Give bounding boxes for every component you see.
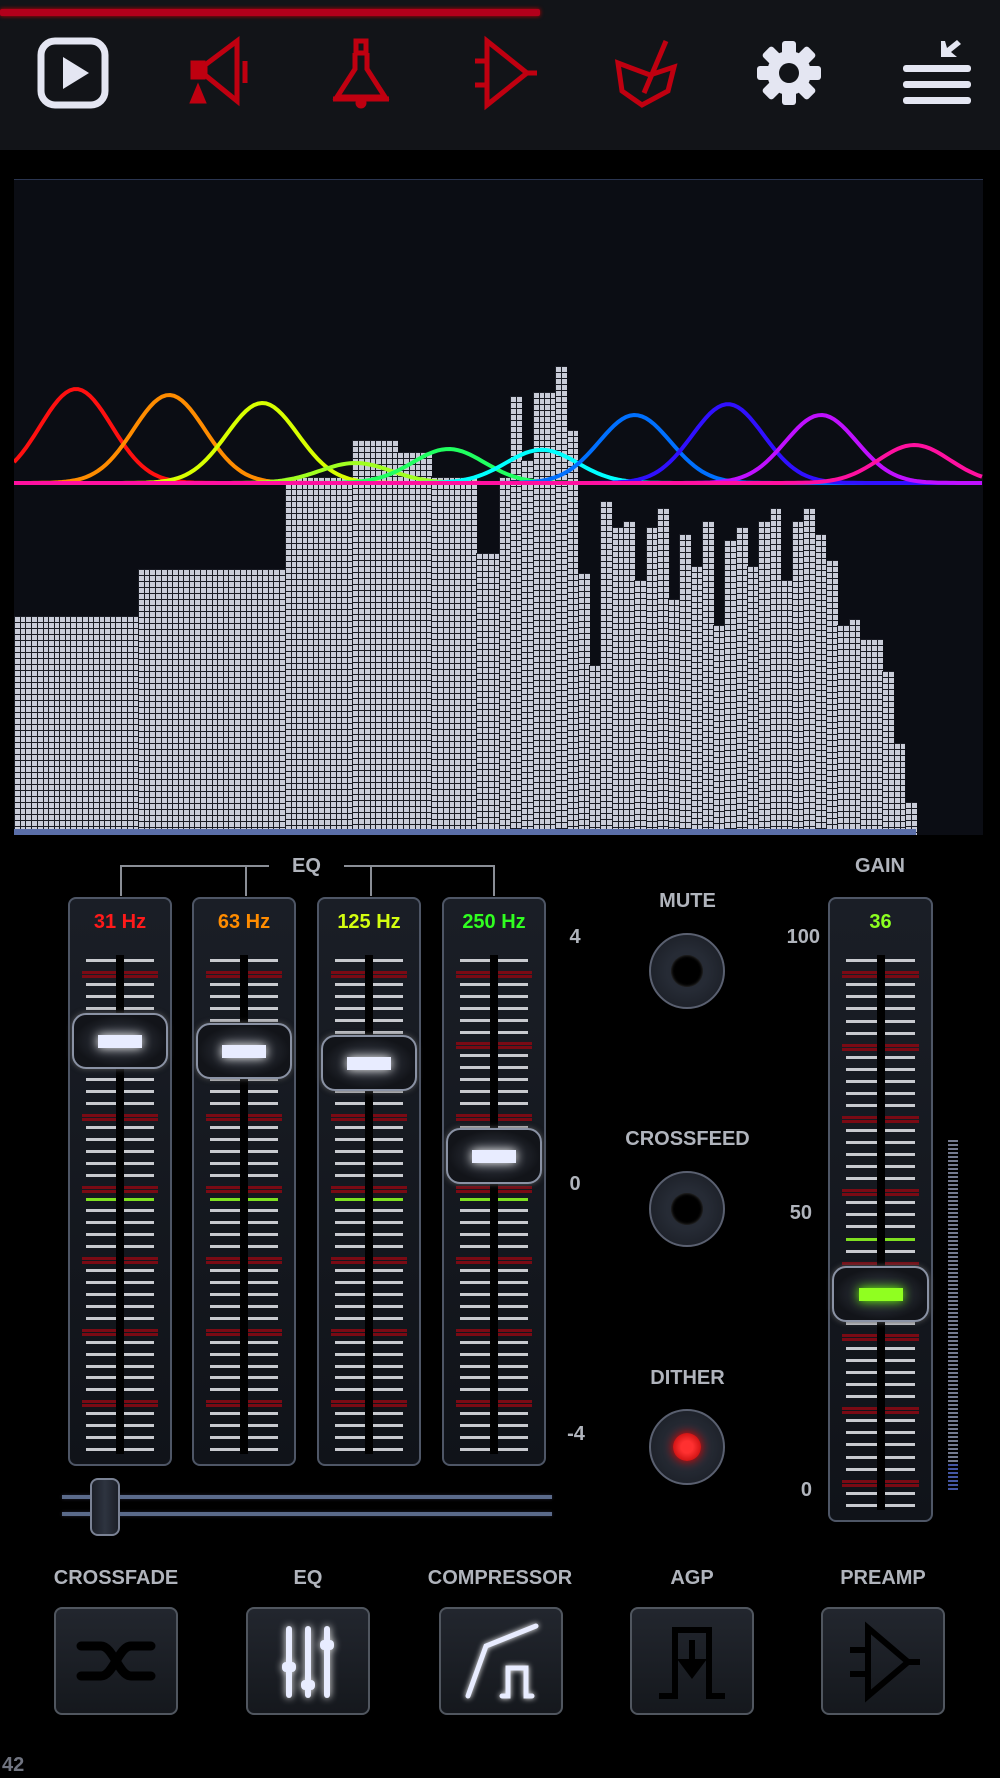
preamp-button[interactable] bbox=[821, 1607, 945, 1715]
crossfade-label: CROSSFADE bbox=[36, 1567, 196, 1590]
eq-bracket-right bbox=[344, 865, 495, 867]
gear-icon[interactable] bbox=[751, 35, 827, 111]
slider-handle[interactable] bbox=[72, 1013, 168, 1069]
output-level-meter bbox=[948, 1140, 958, 1492]
eq-response-curves bbox=[14, 180, 983, 835]
play-icon[interactable] bbox=[35, 35, 111, 111]
eq-scale-min: -4 bbox=[556, 1423, 596, 1446]
eq-bracket-tick bbox=[245, 865, 247, 896]
eq-scale-mid: 0 bbox=[560, 1173, 590, 1196]
eq-title: EQ bbox=[269, 855, 344, 878]
slider-rail bbox=[62, 1495, 552, 1499]
playback-progress-bar bbox=[0, 9, 540, 16]
gain-slider[interactable]: 36 bbox=[828, 897, 933, 1522]
eq-curve-band-8 bbox=[14, 415, 982, 483]
eq-label: EQ bbox=[228, 1567, 388, 1590]
crossfade-button[interactable] bbox=[54, 1607, 178, 1715]
gain-scale-max: 100 bbox=[770, 926, 820, 949]
dither-toggle[interactable] bbox=[649, 1409, 725, 1485]
eq-slider-63hz[interactable]: 63 Hz bbox=[192, 897, 296, 1466]
eq-slider-125hz[interactable]: 125 Hz bbox=[317, 897, 421, 1466]
crossfade-icon bbox=[71, 1616, 161, 1706]
eq-bracket-tick bbox=[370, 865, 372, 896]
crossfeed-label: CROSSFEED bbox=[600, 1128, 775, 1151]
eq-slider-31hz[interactable]: 31 Hz bbox=[68, 897, 172, 1466]
brush-icon[interactable] bbox=[608, 35, 684, 111]
slider-handle[interactable] bbox=[196, 1023, 292, 1079]
eq-slider-250hz[interactable]: 250 Hz bbox=[442, 897, 546, 1466]
meter-peak-fill bbox=[948, 1464, 958, 1492]
slider-rail bbox=[62, 1512, 552, 1516]
preamp-icon bbox=[838, 1616, 928, 1706]
amplifier-icon[interactable] bbox=[467, 35, 543, 111]
preamp-label: PREAMP bbox=[803, 1567, 963, 1590]
slider-track bbox=[877, 955, 885, 1510]
agp-button[interactable] bbox=[630, 1607, 754, 1715]
eq-bracket-tick bbox=[120, 865, 122, 896]
slider-track bbox=[365, 955, 373, 1454]
eq-button[interactable] bbox=[246, 1607, 370, 1715]
band-label: 125 Hz bbox=[319, 911, 419, 934]
bell-icon[interactable] bbox=[323, 35, 399, 111]
top-toolbar bbox=[0, 0, 1000, 150]
band-label: 63 Hz bbox=[194, 911, 294, 934]
band-label: 250 Hz bbox=[444, 911, 544, 934]
slider-track bbox=[490, 955, 498, 1454]
gain-scale-min: 0 bbox=[770, 1479, 812, 1502]
compressor-label: COMPRESSOR bbox=[410, 1567, 590, 1590]
slider-handle[interactable] bbox=[321, 1035, 417, 1091]
gain-scale-mid: 50 bbox=[770, 1202, 812, 1225]
eq-scale-max: 4 bbox=[560, 926, 590, 949]
eq-bracket-tick bbox=[493, 865, 495, 896]
band-label: 31 Hz bbox=[70, 911, 170, 934]
equalizer-icon bbox=[263, 1616, 353, 1706]
mute-toggle[interactable] bbox=[649, 933, 725, 1009]
gain-title: GAIN bbox=[830, 855, 930, 878]
dither-label: DITHER bbox=[600, 1367, 775, 1390]
frame-counter: 42 bbox=[2, 1754, 24, 1777]
mute-label: MUTE bbox=[600, 890, 775, 913]
agp-label: AGP bbox=[612, 1567, 772, 1590]
slider-handle[interactable] bbox=[446, 1128, 542, 1184]
eq-curve-band-6 bbox=[14, 415, 982, 483]
compressor-icon bbox=[456, 1616, 546, 1706]
compressor-button[interactable] bbox=[439, 1607, 563, 1715]
slider-handle[interactable] bbox=[832, 1266, 929, 1322]
agp-icon bbox=[647, 1616, 737, 1706]
gain-value: 36 bbox=[830, 911, 931, 934]
led-on-indicator bbox=[673, 1433, 701, 1461]
speaker-icon[interactable] bbox=[181, 35, 257, 111]
menu-collapse-icon[interactable] bbox=[899, 35, 975, 111]
slider-handle[interactable] bbox=[90, 1478, 120, 1536]
balance-slider[interactable] bbox=[62, 1478, 552, 1536]
spectrum-analyzer bbox=[14, 179, 983, 835]
crossfeed-toggle[interactable] bbox=[649, 1171, 725, 1247]
